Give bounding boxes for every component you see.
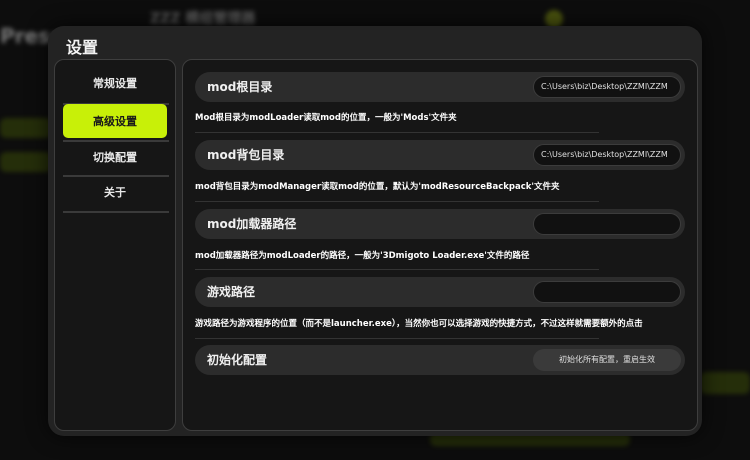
mod-backpack-label: mod背包目录 [207,148,285,162]
mod-root-row: mod根目录 C:\Users\biz\Desktop\ZZMI\ZZM [195,72,685,102]
sidebar-item-about[interactable]: 关于 [63,175,167,209]
background-brand: ZZZ 模组管理器 [150,11,256,27]
settings-sidebar: 常规设置 高级设置 切换配置 关于 [54,59,176,431]
game-path-input[interactable] [533,281,681,303]
mod-loader-row: mod加载器路径 [195,209,685,239]
section-divider [195,132,599,133]
init-config-label: 初始化配置 [207,353,268,367]
sidebar-item-switch-profile[interactable]: 切换配置 [63,140,167,174]
background-button [0,152,52,172]
mod-backpack-input[interactable]: C:\Users\biz\Desktop\ZZMI\ZZM [533,144,681,166]
settings-panel: mod根目录 C:\Users\biz\Desktop\ZZMI\ZZM Mod… [182,59,698,431]
mod-loader-label: mod加载器路径 [207,217,297,231]
init-config-row: 初始化配置 初始化所有配置，重启生效 [195,345,685,375]
mod-root-input[interactable]: C:\Users\biz\Desktop\ZZMI\ZZM [533,76,681,98]
background-button [700,372,750,394]
init-config-button[interactable]: 初始化所有配置，重启生效 [533,349,681,371]
mod-loader-description: mod加载器路径为modLoader的路径，一般为'3Dmigoto Loade… [195,251,530,261]
sidebar-item-advanced[interactable]: 高级设置 [63,104,167,138]
section-divider [195,338,599,339]
mod-backpack-row: mod背包目录 C:\Users\biz\Desktop\ZZMI\ZZM [195,140,685,170]
game-path-row: 游戏路径 [195,277,685,307]
mod-backpack-description: mod背包目录为modManager读取mod的位置，默认为'modResour… [195,182,560,192]
section-divider [195,269,599,270]
mod-root-label: mod根目录 [207,80,273,94]
settings-dialog: 设置 常规设置 高级设置 切换配置 关于 mod根目录 C:\Users\biz… [48,26,702,436]
mod-loader-input[interactable] [533,213,681,235]
mod-root-description: Mod根目录为modLoader读取mod的位置，一般为'Mods'文件夹 [195,113,457,123]
sidebar-divider [63,211,169,213]
game-path-description: 游戏路径为游戏程序的位置（而不是launcher.exe），当然你也可以选择游戏… [195,319,643,329]
section-divider [195,201,599,202]
game-path-label: 游戏路径 [207,285,256,299]
sidebar-item-general[interactable]: 常规设置 [63,66,167,100]
dialog-title: 设置 [66,38,99,57]
background-button [0,118,52,138]
